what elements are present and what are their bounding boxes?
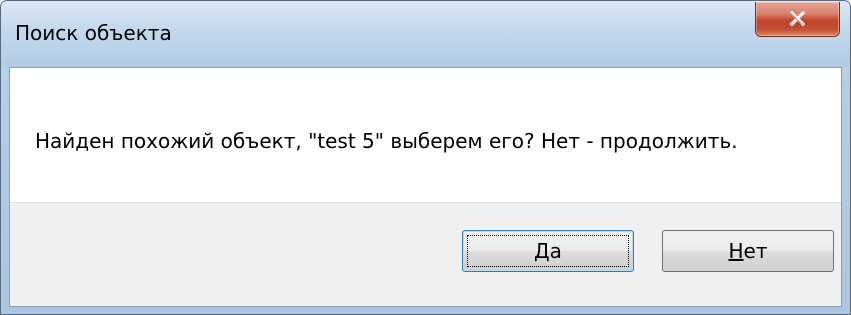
no-button-label: Нет bbox=[728, 239, 767, 263]
no-label-rest: ет bbox=[743, 239, 768, 263]
yes-button[interactable]: Да bbox=[462, 230, 634, 272]
dialog-message: Найден похожий объект, "test 5" выберем … bbox=[35, 129, 738, 153]
no-mnemonic: Н bbox=[728, 239, 744, 263]
title-bar[interactable]: Поиск объекта bbox=[1, 1, 850, 67]
button-area: Да Нет bbox=[10, 202, 841, 306]
dialog-window: Поиск объекта Найден похожий объект, "te… bbox=[0, 0, 851, 315]
window-title: Поиск объекта bbox=[15, 21, 172, 45]
dialog-body: Найден похожий объект, "test 5" выберем … bbox=[9, 67, 842, 307]
yes-button-label: Да bbox=[534, 239, 562, 263]
no-button[interactable]: Нет bbox=[662, 230, 834, 272]
yes-mnemonic: Д bbox=[534, 239, 550, 263]
yes-label-rest: а bbox=[549, 239, 562, 263]
close-button[interactable] bbox=[755, 2, 840, 37]
close-icon bbox=[789, 10, 806, 27]
